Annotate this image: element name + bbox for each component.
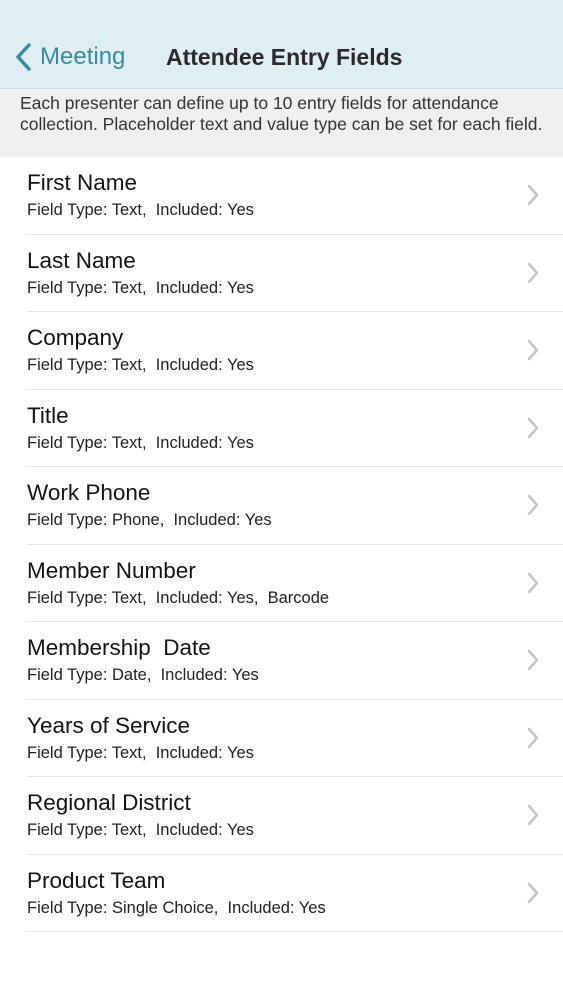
field-detail: Field Type: Date, Included: Yes bbox=[27, 666, 259, 684]
field-detail: Field Type: Single Choice, Included: Yes bbox=[27, 898, 326, 917]
navigation-bar: Meeting Attendee Entry Fields bbox=[0, 0, 563, 89]
list-item-member-number[interactable]: Member Number Field Type: Text, Included… bbox=[27, 545, 563, 622]
list-item-company[interactable]: Company Field Type: Text, Included: Yes bbox=[27, 312, 563, 390]
field-name: Last Name bbox=[27, 247, 136, 273]
chevron-right-icon bbox=[527, 727, 539, 748]
field-name: Membership Date bbox=[27, 635, 211, 660]
chevron-left-icon bbox=[16, 43, 31, 71]
chevron-right-icon bbox=[527, 417, 539, 438]
field-name: Work Phone bbox=[27, 480, 151, 505]
field-name: Years of Service bbox=[27, 712, 191, 738]
list-item-years-of-service[interactable]: Years of Service Field Type: Text, Inclu… bbox=[27, 700, 563, 777]
list-item-membership-date[interactable]: Membership Date Field Type: Date, Includ… bbox=[27, 622, 563, 700]
back-button[interactable]: Meeting bbox=[14, 40, 125, 74]
list-item-title[interactable]: Title Field Type: Text, Included: Yes bbox=[27, 390, 563, 467]
description-text: Each presenter can define up to 10 entry… bbox=[0, 89, 563, 157]
list-item-last-name[interactable]: Last Name Field Type: Text, Included: Ye… bbox=[27, 235, 563, 312]
list-item-first-name[interactable]: First Name Field Type: Text, Included: Y… bbox=[27, 157, 563, 235]
field-detail: Field Type: Text, Included: Yes, Barcode bbox=[27, 588, 330, 607]
chevron-right-icon bbox=[527, 649, 539, 671]
chevron-right-icon bbox=[527, 882, 539, 903]
back-button-label: Meeting bbox=[40, 43, 126, 70]
chevron-right-icon bbox=[527, 184, 539, 206]
field-name: First Name bbox=[27, 170, 138, 195]
field-name: Product Team bbox=[27, 867, 166, 893]
field-detail: Field Type: Text, Included: Yes bbox=[27, 201, 254, 219]
field-name: Member Number bbox=[27, 557, 196, 583]
field-name: Regional District bbox=[27, 790, 191, 815]
field-detail: Field Type: Text, Included: Yes bbox=[27, 433, 254, 452]
chevron-right-icon bbox=[527, 339, 539, 361]
list-item-product-team[interactable]: Product Team Field Type: Single Choice, … bbox=[27, 855, 563, 932]
chevron-right-icon bbox=[527, 572, 539, 593]
field-detail: Field Type: Text, Included: Yes bbox=[27, 743, 254, 762]
field-detail: Field Type: Text, Included: Yes bbox=[27, 278, 254, 297]
field-detail: Field Type: Phone, Included: Yes bbox=[27, 511, 272, 529]
entry-field-list: First Name Field Type: Text, Included: Y… bbox=[0, 157, 563, 932]
page-title: Attendee Entry Fields bbox=[166, 44, 403, 70]
chevron-right-icon bbox=[527, 804, 539, 826]
field-name: Title bbox=[27, 402, 69, 428]
field-detail: Field Type: Text, Included: Yes bbox=[27, 356, 254, 374]
field-name: Company bbox=[27, 325, 124, 350]
chevron-right-icon bbox=[527, 494, 539, 516]
list-item-work-phone[interactable]: Work Phone Field Type: Phone, Included: … bbox=[27, 467, 563, 545]
field-detail: Field Type: Text, Included: Yes bbox=[27, 821, 254, 839]
chevron-right-icon bbox=[527, 262, 539, 283]
list-item-regional-district[interactable]: Regional District Field Type: Text, Incl… bbox=[27, 777, 563, 855]
